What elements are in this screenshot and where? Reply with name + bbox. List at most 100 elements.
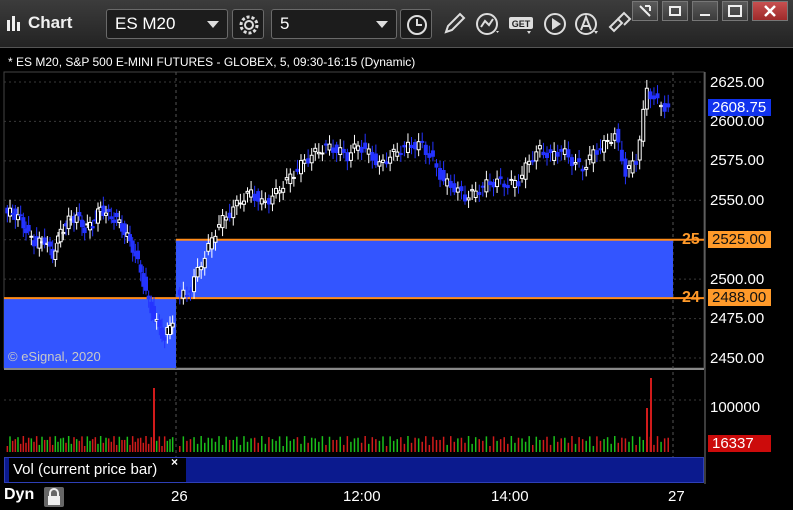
candle-body	[552, 150, 557, 161]
candle-body	[370, 151, 375, 161]
candle-body	[227, 212, 232, 219]
candle-body	[291, 176, 296, 179]
candle-body	[487, 181, 492, 186]
candle-body	[306, 158, 311, 164]
candle-body	[117, 219, 122, 224]
candle-body	[320, 152, 325, 155]
candle-body	[58, 228, 63, 243]
volume-label: Vol (current price bar)	[9, 458, 186, 482]
candle-body	[146, 295, 151, 300]
candle-body	[263, 200, 268, 203]
candle-body	[477, 191, 482, 195]
candle-body	[637, 139, 642, 161]
price-tick: 2550.00	[710, 192, 765, 209]
candle-body	[577, 158, 582, 163]
candle-body	[630, 160, 635, 174]
candle-body	[213, 235, 218, 243]
candle-body	[416, 141, 421, 151]
close-icon[interactable]: ×	[171, 455, 178, 469]
candle-body	[495, 178, 500, 188]
candle-body	[470, 189, 475, 192]
candle-body	[402, 144, 407, 148]
volume-panel-legend: Vol (current price bar) ×	[4, 455, 704, 483]
candle-body	[434, 163, 439, 168]
candle-body	[491, 181, 496, 188]
candle-body	[612, 133, 617, 141]
candle-body	[77, 212, 82, 217]
price-chart[interactable]	[0, 0, 793, 510]
candle-body	[195, 266, 200, 278]
candle-body	[644, 87, 649, 110]
candle-body	[562, 148, 567, 155]
time-tick: 12:00	[343, 488, 381, 505]
chart-window: Chart ES M20 5 GET * ES M20, S&P 500 E-M…	[0, 0, 793, 510]
candle-body	[109, 216, 114, 220]
candle-body	[352, 143, 357, 149]
candle-body	[270, 195, 275, 205]
candle-body	[284, 177, 289, 181]
candle-body	[388, 156, 393, 164]
candle-body	[160, 327, 164, 339]
candle-body	[26, 224, 31, 232]
candle-body	[299, 160, 303, 175]
candle-body	[274, 187, 279, 195]
candle-body	[512, 179, 517, 188]
candle-body	[331, 147, 336, 153]
price-zones[interactable]	[4, 238, 704, 368]
candle-body	[234, 199, 239, 207]
candle-body	[395, 151, 400, 157]
candle-body	[106, 208, 111, 212]
candle-body	[616, 128, 621, 143]
candle-body	[130, 240, 135, 253]
dynamic-mode-label[interactable]: Dyn	[4, 486, 34, 504]
candle-body	[480, 185, 485, 188]
candle-body	[66, 215, 71, 230]
zone-price-tag: 2488.00	[708, 289, 771, 306]
candle-body	[277, 190, 282, 194]
candle-body	[82, 227, 87, 234]
candle-body	[641, 108, 646, 142]
candle-body	[188, 290, 193, 293]
candle-body	[152, 305, 156, 321]
candle-body	[256, 191, 261, 202]
zone-label: 24	[682, 289, 700, 306]
candle-body	[619, 149, 624, 162]
candle-body	[559, 149, 564, 152]
candle-body	[466, 197, 471, 201]
candle-body	[634, 161, 639, 165]
candle-body	[327, 143, 332, 151]
price-tick: 2450.00	[710, 350, 765, 367]
candle-body	[430, 150, 435, 157]
candle-body	[348, 152, 353, 161]
time-tick: 27	[668, 488, 685, 505]
current-volume-tag: 16337	[708, 435, 771, 452]
candle-body	[651, 95, 656, 100]
time-tick: 26	[171, 488, 188, 505]
candle-body	[202, 257, 207, 269]
candle-body	[366, 148, 371, 155]
candle-body	[569, 157, 574, 167]
candle-body	[241, 200, 246, 205]
lock-button[interactable]	[44, 487, 64, 507]
candle-body	[53, 250, 58, 260]
candle-body	[659, 104, 664, 108]
candle-body	[341, 148, 346, 153]
candle-body	[566, 149, 571, 158]
candle-body	[409, 144, 414, 149]
candle-body	[555, 152, 560, 157]
candle-body	[423, 144, 428, 155]
candle-body	[527, 160, 532, 165]
candle-body	[445, 178, 450, 187]
candle-body	[602, 140, 607, 153]
chart-description: * ES M20, S&P 500 E-MINI FUTURES - GLOBE…	[8, 55, 416, 69]
candle-body	[192, 276, 197, 293]
price-tick: 2500.00	[710, 271, 765, 288]
candle-body	[90, 226, 95, 229]
candle-body	[662, 103, 667, 112]
price-tick: 2475.00	[710, 310, 765, 327]
candle-body	[627, 165, 631, 170]
candle-body	[338, 147, 343, 155]
candle-body	[381, 159, 385, 163]
candle-body	[516, 181, 521, 187]
candle-body	[61, 231, 66, 235]
